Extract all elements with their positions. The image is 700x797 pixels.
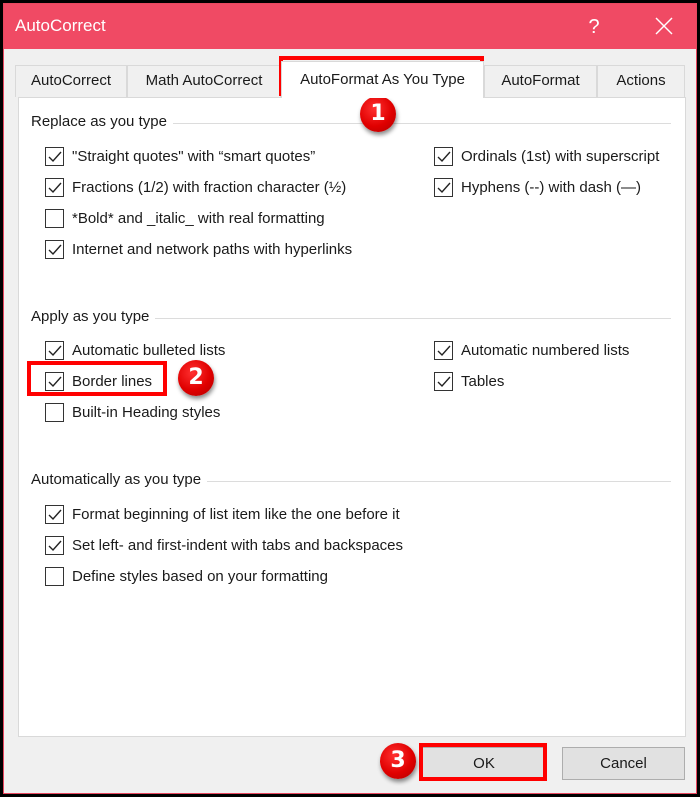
checkbox[interactable]: [45, 402, 64, 422]
option-label: Hyphens (--) with dash (—): [461, 178, 642, 196]
option-numbered-lists[interactable]: Automatic numbered lists: [434, 339, 629, 361]
option-label: Format beginning of list item like the o…: [72, 505, 400, 523]
check-icon: [48, 345, 62, 356]
option-bold-italic[interactable]: *Bold* and _italic_ with real formatting: [45, 207, 325, 229]
option-label: Border lines: [72, 372, 153, 390]
option-label: "Straight quotes" with “smart quotes”: [72, 147, 316, 165]
check-icon: [48, 509, 62, 520]
option-indent-tabs[interactable]: Set left- and first-indent with tabs and…: [45, 534, 403, 556]
group-label-apply: Apply as you type: [31, 308, 156, 325]
option-label: Tables: [461, 372, 505, 390]
step-badge-2: 2: [178, 360, 214, 396]
tab-actions[interactable]: Actions: [597, 65, 685, 97]
tab-panel: Replace as you type "Straight quotes" wi…: [18, 97, 686, 737]
option-border-lines[interactable]: Border lines: [45, 370, 152, 392]
option-bulleted-lists[interactable]: Automatic bulleted lists: [45, 339, 225, 361]
checkbox[interactable]: [434, 177, 453, 197]
checkbox[interactable]: [45, 371, 64, 391]
check-icon: [437, 151, 451, 162]
check-icon: [437, 376, 451, 387]
option-label: Set left- and first-indent with tabs and…: [72, 536, 404, 554]
ok-button[interactable]: OK: [422, 747, 546, 780]
option-label: Fractions (1/2) with fraction character …: [72, 178, 347, 196]
option-label: Automatic bulleted lists: [72, 341, 226, 359]
checkbox[interactable]: [45, 535, 64, 555]
check-icon: [437, 182, 451, 193]
help-button[interactable]: ?: [576, 12, 612, 42]
option-label: Built-in Heading styles: [72, 403, 221, 421]
checkbox[interactable]: [45, 177, 64, 197]
checkbox[interactable]: [45, 504, 64, 524]
group-label-replace: Replace as you type: [31, 113, 173, 130]
option-label: Internet and network paths with hyperlin…: [72, 240, 353, 258]
tab-autocorrect[interactable]: AutoCorrect: [15, 65, 127, 97]
check-icon: [48, 376, 62, 387]
option-format-list-item[interactable]: Format beginning of list item like the o…: [45, 503, 400, 525]
autocorrect-dialog: AutoCorrect ? AutoCorrect Math AutoCorre…: [3, 3, 697, 794]
checkbox[interactable]: [434, 340, 453, 360]
check-icon: [48, 540, 62, 551]
close-icon: [655, 17, 673, 35]
check-icon: [48, 151, 62, 162]
option-tables[interactable]: Tables: [434, 370, 504, 392]
option-fractions[interactable]: Fractions (1/2) with fraction character …: [45, 176, 346, 198]
cancel-button[interactable]: Cancel: [562, 747, 685, 780]
step-badge-1: 1: [360, 96, 396, 132]
tab-math-autocorrect[interactable]: Math AutoCorrect: [127, 65, 281, 97]
option-label: Automatic numbered lists: [461, 341, 630, 359]
option-heading-styles[interactable]: Built-in Heading styles: [45, 401, 220, 423]
tab-autoformat-as-you-type[interactable]: AutoFormat As You Type: [281, 61, 484, 98]
group-label-automatically: Automatically as you type: [31, 471, 208, 488]
option-define-styles[interactable]: Define styles based on your formatting: [45, 565, 328, 587]
checkbox[interactable]: [45, 340, 64, 360]
option-hyperlinks[interactable]: Internet and network paths with hyperlin…: [45, 238, 352, 260]
step-badge-3: 3: [380, 743, 416, 779]
checkbox[interactable]: [434, 146, 453, 166]
tab-strip: AutoCorrect Math AutoCorrect AutoFormat …: [15, 61, 687, 98]
option-label: Define styles based on your formatting: [72, 567, 328, 585]
checkbox[interactable]: [45, 566, 64, 586]
checkbox[interactable]: [45, 239, 64, 259]
checkbox[interactable]: [45, 208, 64, 228]
check-icon: [437, 345, 451, 356]
checkbox[interactable]: [45, 146, 64, 166]
option-label: Ordinals (1st) with superscript: [461, 147, 660, 165]
option-hyphens[interactable]: Hyphens (--) with dash (—): [434, 176, 641, 198]
title-bar: AutoCorrect ?: [4, 4, 696, 49]
option-label: *Bold* and _italic_ with real formatting: [72, 209, 325, 227]
dialog-title: AutoCorrect: [15, 16, 106, 35]
option-smart-quotes[interactable]: "Straight quotes" with “smart quotes”: [45, 145, 315, 167]
option-ordinals[interactable]: Ordinals (1st) with superscript: [434, 145, 659, 167]
check-icon: [48, 244, 62, 255]
checkbox[interactable]: [434, 371, 453, 391]
close-button[interactable]: [644, 12, 684, 42]
check-icon: [48, 182, 62, 193]
tab-autoformat[interactable]: AutoFormat: [484, 65, 597, 97]
